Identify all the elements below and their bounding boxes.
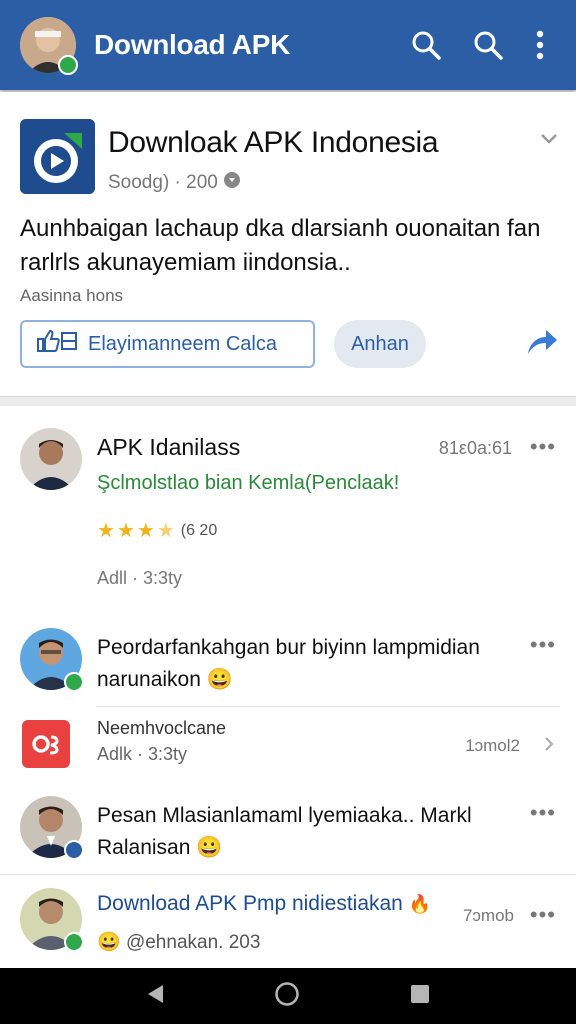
verified-badge (64, 840, 84, 860)
more-horiz-icon[interactable]: ••• (530, 902, 556, 928)
post-subtitle: Şclmolstlao bian Kemla(Penclaak! (97, 472, 400, 494)
post-author: APK Idanilass (97, 434, 241, 460)
app-meta-text: Soodg) · 200 (108, 172, 218, 193)
list-item[interactable]: Download APK Pmp nidiestiakan 🔥 7ɔmob ••… (0, 876, 576, 968)
emoji-smile-icon: 😀 (206, 668, 233, 691)
post-sub: 😀 @ehnakan. 203 (97, 930, 260, 954)
recents-icon[interactable] (409, 983, 431, 1010)
search-icon[interactable] (400, 19, 452, 71)
chevron-down-icon[interactable] (540, 132, 558, 150)
post-sub-text: @ehnakan. 203 (125, 932, 261, 953)
post-text-body: Pesan Mlasianlamaml lyemiaaka.. Markl Ra… (97, 804, 472, 859)
emoji-smile-icon: 😀 (196, 836, 223, 859)
app-card: Downloak APK Indonesia Soodg) · 200 Aunh… (0, 92, 576, 397)
avatar (20, 628, 84, 692)
list-item[interactable]: Peordarfankahgan bur biyinn lampmidian n… (0, 618, 576, 706)
post-text-body: Peordarfankahgan bur biyinn lampmidian n… (97, 636, 480, 691)
post-title-link[interactable]: Download APK (97, 892, 237, 915)
post-time: 1ɔmol2 (465, 736, 520, 755)
post-title: Download APK Pmp nidiestiakan 🔥 (97, 892, 431, 916)
more-horiz-icon[interactable]: ••• (530, 434, 556, 460)
star-icon: ★ (97, 520, 115, 542)
system-nav-bar (0, 968, 576, 1024)
chevron-right-icon[interactable] (544, 736, 554, 757)
star-half-icon: ★ (156, 520, 175, 542)
thumbs-up-icon (36, 329, 80, 359)
post-meta: Adll · 3:3ty (97, 568, 183, 588)
post-author: Neemhvoclcane (97, 718, 227, 738)
app-icon (22, 720, 70, 768)
app-logo (20, 119, 95, 194)
app-subtext: Aasinna hons (20, 286, 124, 305)
list-item[interactable]: Neemhvoclcane Adlk · 3:3ty 1ɔmol2 (0, 708, 576, 784)
feed-list: APK Idanilass 81ε0a:61 ••• Şclmolstlao b… (0, 406, 576, 968)
app-name: Downloak APK Indonesia (108, 126, 439, 159)
online-badge (58, 55, 78, 75)
online-badge (64, 672, 84, 692)
post-title-rest: Pmp nidiestiakan (242, 892, 403, 915)
app-bar: Download APK (0, 0, 576, 90)
list-item[interactable]: Pesan Mlasianlamaml lyemiaaka.. Markl Ra… (0, 786, 576, 874)
app-meta: Soodg) · 200 (108, 172, 240, 194)
more-horiz-icon[interactable]: ••• (530, 800, 556, 826)
like-button-label: Elayimanneem Calca (88, 332, 277, 355)
avatar (20, 888, 84, 952)
share-icon[interactable] (526, 328, 558, 361)
app-title: Download APK (94, 29, 291, 60)
home-icon[interactable] (274, 981, 300, 1012)
secondary-button[interactable]: Anhan (334, 320, 426, 368)
star-rating: ★ ★ ★ ★ (6 20 (97, 518, 217, 543)
post-time: 81ε0a:61 (438, 438, 512, 458)
fire-icon: 🔥 (408, 894, 432, 914)
divider (0, 874, 576, 875)
post-text: Peordarfankahgan bur biyinn lampmidian n… (97, 632, 517, 696)
emoji-smile-icon: 😀 (97, 932, 121, 953)
online-badge (64, 932, 84, 952)
list-item[interactable]: APK Idanilass 81ε0a:61 ••• Şclmolstlao b… (0, 406, 576, 616)
rating-text: (6 20 (180, 521, 218, 539)
search-icon[interactable] (462, 19, 514, 71)
divider (96, 706, 560, 707)
star-icon: ★ (136, 520, 155, 542)
avatar (20, 428, 82, 490)
star-icon: ★ (116, 520, 135, 542)
like-button[interactable]: Elayimanneem Calca (20, 320, 315, 368)
back-icon[interactable] (145, 983, 165, 1010)
post-meta: Adlk · 3:3ty (97, 744, 188, 764)
profile-avatar[interactable] (20, 17, 78, 75)
avatar (20, 796, 84, 860)
post-text: Pesan Mlasianlamaml lyemiaaka.. Markl Ra… (97, 800, 517, 864)
post-time: 7ɔmob (462, 906, 514, 925)
more-horiz-icon[interactable]: ••• (530, 632, 556, 658)
download-icon (223, 172, 240, 194)
more-vert-icon[interactable] (524, 19, 556, 71)
app-description: Aunhbaigan lachaup dka dlarsianh ouonait… (20, 215, 541, 276)
